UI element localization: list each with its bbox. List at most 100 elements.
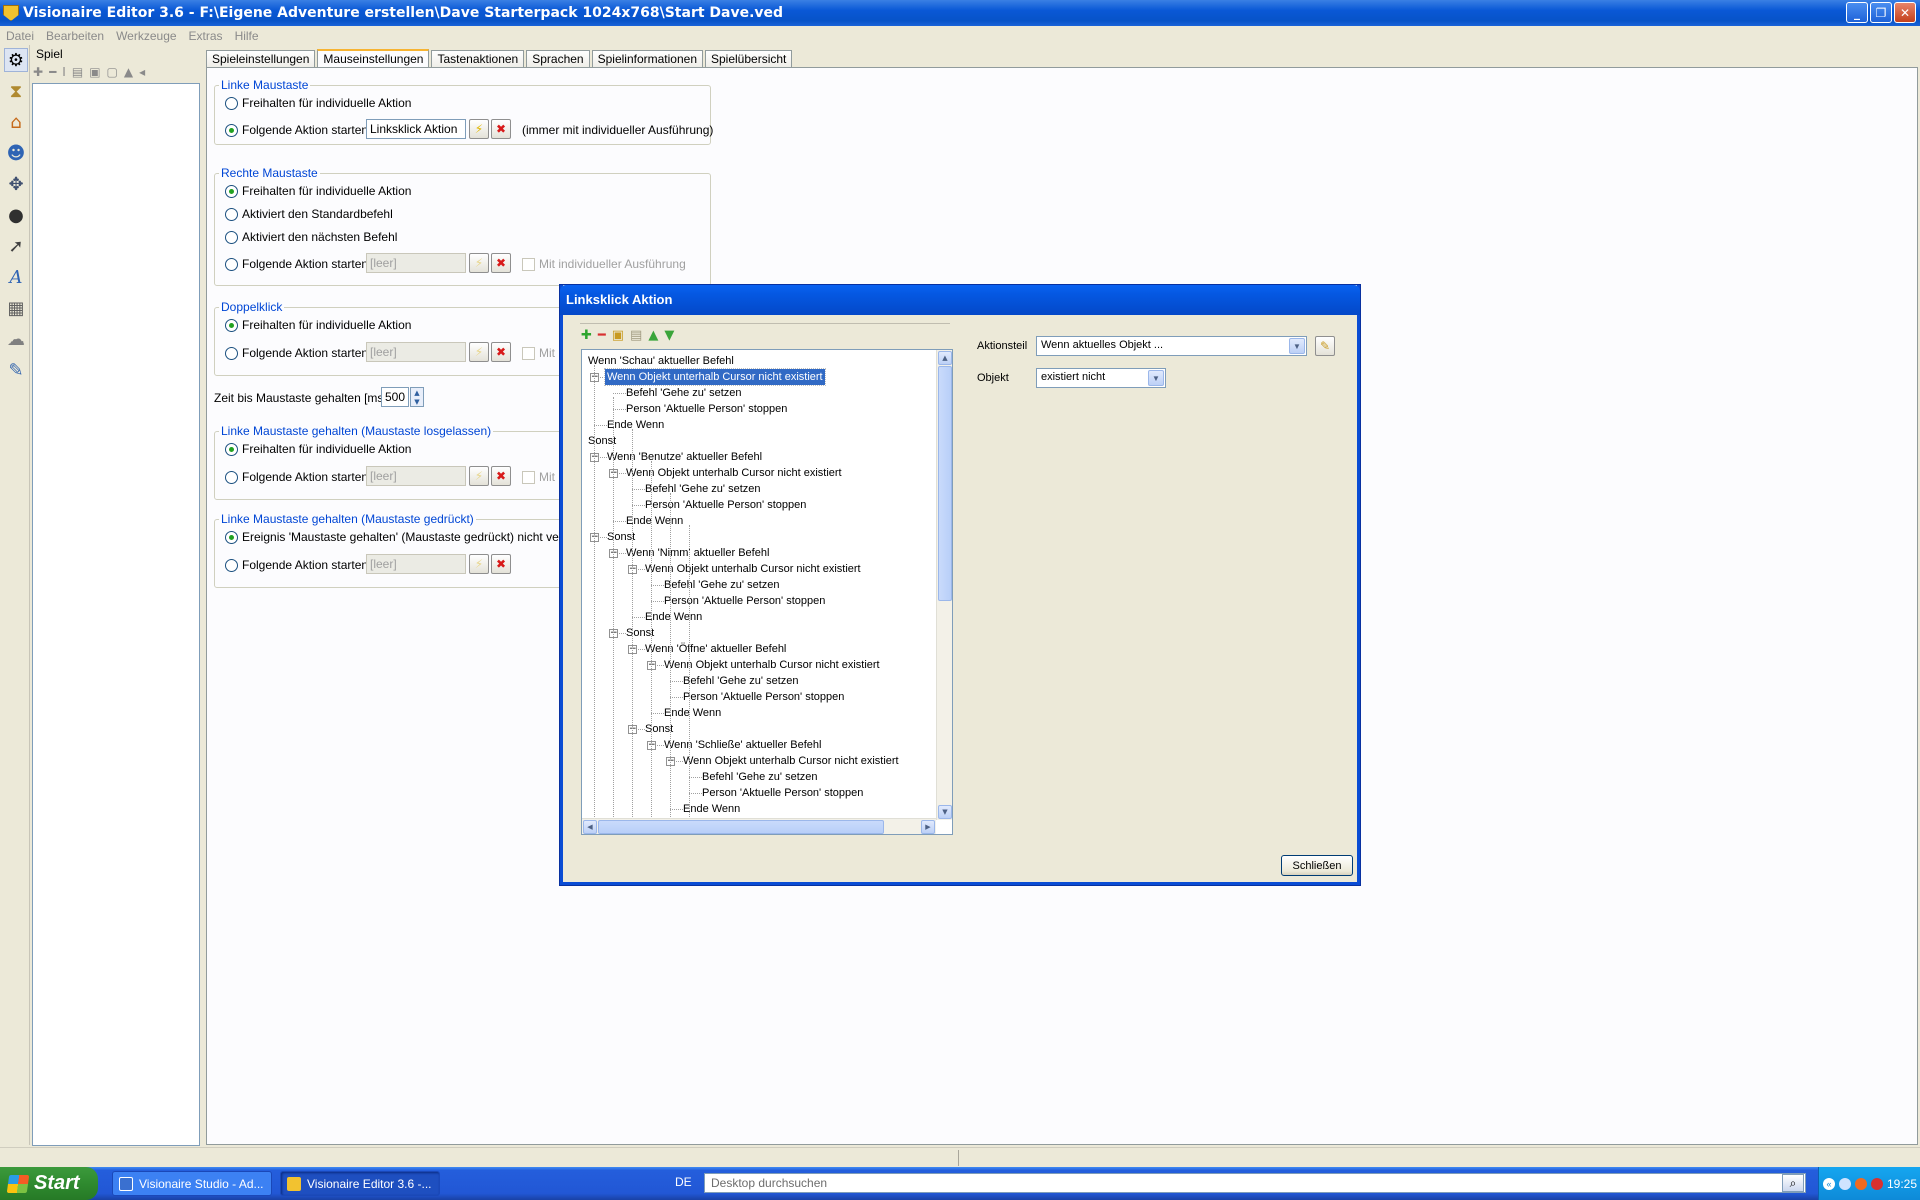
tree-node[interactable]: Befehl 'Gehe zu' setzen [624,385,744,401]
released-action-field[interactable]: [leer] [366,466,466,486]
tree-node[interactable]: Wenn Objekt unterhalb Cursor nicht exist… [643,561,863,577]
released-free-option[interactable]: Freihalten für individuelle Aktion [225,439,411,459]
minimize-button[interactable]: _ [1846,2,1868,23]
pressed-action-option[interactable]: Folgende Aktion starten [225,555,368,575]
particles-icon[interactable]: ☁ [4,327,28,351]
dialog-close-button[interactable]: Schließen [1281,855,1353,876]
grid-icon[interactable]: ▦ [4,296,28,320]
pressed-action-radio[interactable] [225,558,238,572]
right-action-field[interactable]: [leer] [366,253,466,273]
hold-time-field[interactable]: 500 [381,387,409,407]
gamepad-icon[interactable]: ✥ [4,172,28,196]
left-action-clear-button[interactable]: ✖ [491,119,511,139]
tree-node[interactable]: Befehl 'Gehe zu' setzen [681,673,801,689]
double-free-option[interactable]: Freihalten für individuelle Aktion [225,315,411,335]
paste-icon[interactable]: ▤ [630,328,642,343]
tree-node[interactable]: Person 'Aktuelle Person' stoppen [700,785,865,801]
right-action-edit-button[interactable]: ⚡ [469,253,489,273]
left-action-edit-button[interactable]: ⚡ [469,119,489,139]
ball-icon[interactable]: ● [4,203,28,227]
chevron-down-icon[interactable]: ▼ [1289,338,1305,354]
rename-icon[interactable]: Ⅰ [62,65,66,79]
tree-node[interactable]: Person 'Aktuelle Person' stoppen [643,497,808,513]
taskbar-item-studio[interactable]: Visionaire Studio - Ad... [112,1171,272,1196]
menu-bearbeiten[interactable]: Bearbeiten [40,29,110,43]
tree-node[interactable]: Wenn 'Öffne' aktueller Befehl [643,641,788,657]
tree-node[interactable]: Befehl 'Gehe zu' setzen [700,769,820,785]
right-default-radio[interactable] [225,207,238,221]
move-up-icon[interactable]: ▲ [648,328,658,343]
left-free-option[interactable]: Freihalten für individuelle Aktion [225,93,411,113]
move-up-icon[interactable]: ▲ [124,65,133,79]
font-icon[interactable]: A [4,265,28,289]
update-icon[interactable] [1871,1177,1883,1190]
right-action-radio[interactable] [225,257,238,271]
tree-hscroll-thumb[interactable] [598,820,884,834]
scroll-down-icon[interactable]: ▼ [938,805,952,819]
tree-node[interactable]: Ende Wenn [605,417,666,433]
tree-node[interactable]: Person 'Aktuelle Person' stoppen [681,689,846,705]
right-individual-checkbox[interactable] [522,257,535,271]
hourglass-icon[interactable]: ⧗ [4,79,28,103]
tree-node[interactable]: Befehl 'Gehe zu' setzen [662,577,782,593]
tree-vertical-scrollbar[interactable]: ▲ ▼ [936,350,952,820]
pressed-event-radio[interactable] [225,530,238,544]
start-button[interactable]: Start [0,1167,98,1200]
right-default-option[interactable]: Aktiviert den Standardbefehl [225,204,393,224]
tree-node[interactable]: Wenn 'Benutze' aktueller Befehl [605,449,764,465]
gear-icon[interactable]: ⚙ [4,48,28,72]
tree-node[interactable]: Ende Wenn [624,513,685,529]
tree-node[interactable]: Wenn 'Schließe' aktueller Befehl [662,737,823,753]
tree-node[interactable]: Wenn Objekt unterhalb Cursor nicht exist… [681,753,901,769]
right-individual-option[interactable]: Mit individueller Ausführung [522,254,686,274]
paste-icon[interactable]: ▢ [107,65,118,79]
move-down-icon[interactable]: ◂ [139,65,145,79]
tree-node[interactable]: Person 'Aktuelle Person' stoppen [624,401,789,417]
right-action-clear-button[interactable]: ✖ [491,253,511,273]
scroll-right-icon[interactable]: ▶ [921,820,935,834]
tray-expand-icon[interactable]: « [1823,1177,1835,1190]
double-free-radio[interactable] [225,318,238,332]
tree-node[interactable]: Wenn Objekt unterhalb Cursor nicht exist… [624,465,844,481]
tree-node[interactable]: Ende Wenn [643,609,704,625]
tree-node[interactable]: Wenn 'Schau' aktueller Befehl [586,353,736,369]
chevron-down-icon[interactable]: ▼ [1148,370,1164,386]
menu-hilfe[interactable]: Hilfe [229,29,265,43]
right-next-option[interactable]: Aktiviert den nächsten Befehl [225,227,397,247]
released-action-option[interactable]: Folgende Aktion starten [225,467,368,487]
tree-horizontal-scrollbar[interactable]: ◀ ▶ [582,818,936,834]
released-action-radio[interactable] [225,470,238,484]
tree-node[interactable]: Befehl 'Gehe zu' setzen [643,481,763,497]
person-icon[interactable]: ☻ [4,141,28,165]
released-action-edit-button[interactable]: ⚡ [469,466,489,486]
language-indicator[interactable]: DE [675,1175,692,1189]
close-window-button[interactable]: ✕ [1894,2,1916,23]
double-action-field[interactable]: [leer] [366,342,466,362]
released-individual-option[interactable]: Mit i [522,467,561,487]
hold-time-spinner[interactable]: ▲ ▼ [410,387,424,407]
properties-icon[interactable]: ▤ [72,65,83,79]
scroll-left-icon[interactable]: ◀ [583,820,597,834]
search-icon[interactable]: ⌕ [1782,1174,1804,1192]
released-free-radio[interactable] [225,442,238,456]
aktionsteil-select[interactable]: Wenn aktuelles Objekt ... ▼ [1036,336,1307,356]
script-icon[interactable]: ✎ [4,358,28,382]
left-action-field[interactable]: Linksklick Aktion [366,119,466,139]
menu-werkzeuge[interactable]: Werkzeuge [110,29,182,43]
game-tree-list[interactable] [32,83,200,1146]
right-free-radio[interactable] [225,184,238,198]
tree-node[interactable]: Wenn Objekt unterhalb Cursor nicht exist… [662,657,882,673]
remove-icon[interactable]: ━ [598,328,606,343]
pressed-event-option[interactable]: Ereignis 'Maustaste gehalten' (Maustaste… [225,527,598,547]
scroll-up-icon[interactable]: ▲ [938,351,952,365]
taskbar-item-editor[interactable]: Visionaire Editor 3.6 -... [280,1171,440,1196]
double-individual-checkbox[interactable] [522,346,535,360]
tree-node[interactable]: Ende Wenn [662,705,723,721]
tree-node[interactable]: Wenn Objekt unterhalb Cursor nicht exist… [604,368,826,386]
cursor-icon[interactable]: ➚ [4,234,28,258]
right-free-option[interactable]: Freihalten für individuelle Aktion [225,181,411,201]
left-free-radio[interactable] [225,96,238,110]
double-action-clear-button[interactable]: ✖ [491,342,511,362]
network-icon[interactable] [1839,1177,1851,1190]
copy-icon[interactable]: ▣ [612,328,624,343]
